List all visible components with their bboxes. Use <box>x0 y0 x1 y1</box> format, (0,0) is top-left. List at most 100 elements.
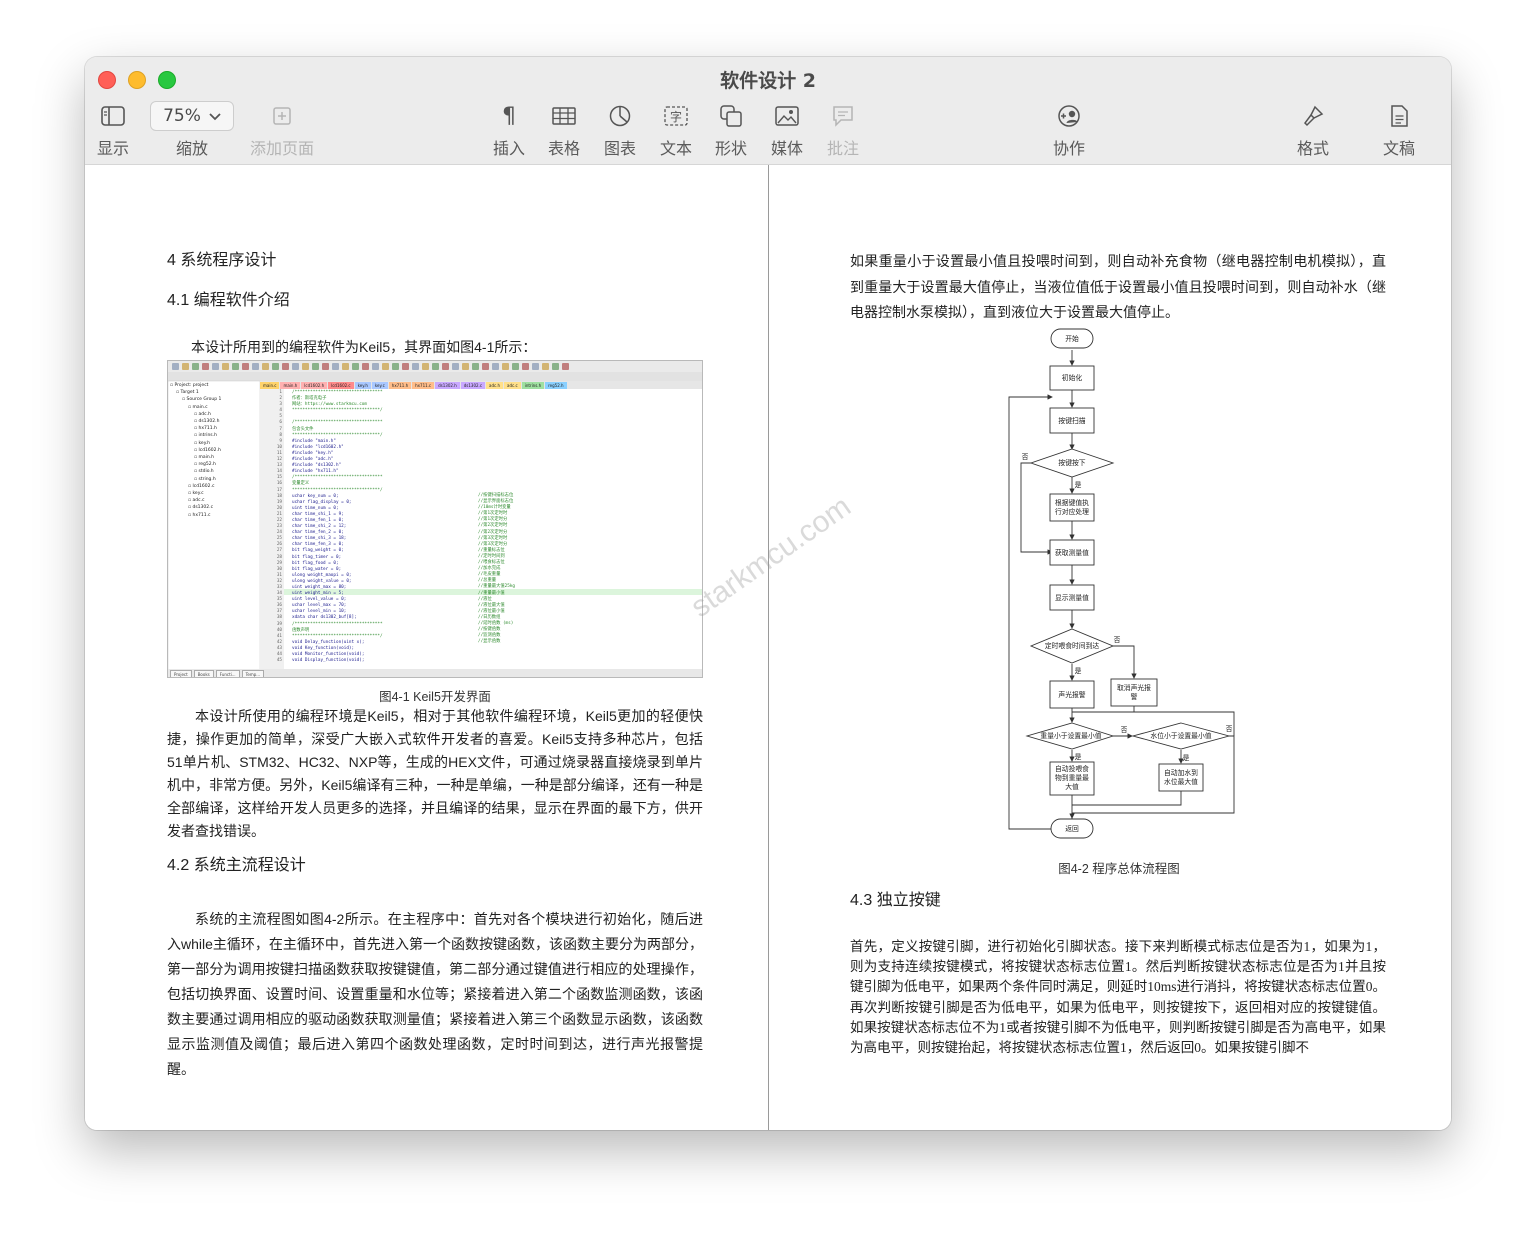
keil-description-paragraph: 本设计所使用的编程环境是Keil5，相对于其他软件编程环境，Keil5更加的轻便… <box>167 708 703 839</box>
flow-weight-label: 重量小于设置最小值 <box>1040 731 1101 740</box>
flow-return-label: 返回 <box>1065 825 1079 833</box>
insert-button[interactable]: ¶ 插入 <box>493 101 525 159</box>
keil-bottom-tabs: Project Books Functi... Temp... <box>170 670 265 677</box>
keil-toolbar <box>172 363 569 371</box>
keil-file-tabs: main.c main.h lcd1602.h lcd1602.c key.h key.c… <box>260 382 702 389</box>
keil-toolbar-icon <box>212 363 219 370</box>
shape-icon <box>716 101 746 131</box>
keil-tree-item: ▫ string.h <box>194 476 216 482</box>
shape-button[interactable]: 形状 <box>715 101 747 159</box>
keil-toolbar-icon <box>182 363 189 370</box>
keil-toolbar-icon <box>412 363 419 370</box>
keil-toolbar-icon <box>512 363 519 370</box>
keil-file-tab: lcd1602.c <box>328 382 354 389</box>
keil-bottom-tab: Books <box>193 670 214 677</box>
keil-tree-item: ▫ stdio.h <box>194 469 214 475</box>
add-page-icon <box>267 101 297 131</box>
zoom-control[interactable]: 75% 缩放 <box>150 101 234 159</box>
keil-line-number: 45 <box>276 658 282 664</box>
document-button[interactable]: 文稿 <box>1383 101 1415 159</box>
left-page[interactable]: 4 系统程序设计 4.1 编程软件介绍 本设计所用到的编程软件为Keil5，其界… <box>85 165 768 1130</box>
media-button[interactable]: 媒体 <box>771 101 803 159</box>
flow-key-process-label-2: 行对应处理 <box>1055 507 1089 516</box>
text-box-icon: 字 <box>661 101 691 131</box>
keil-file-tab: hx711.c <box>412 382 435 389</box>
flow-key-process-label-1: 根据键值执 <box>1055 498 1089 507</box>
flow-water-label-1: 自动加水到 <box>1164 768 1198 777</box>
keil-file-tab: key.c <box>371 382 388 389</box>
comment-button[interactable]: 批注 <box>827 101 859 159</box>
flow-feed-label-2: 物到重量最 <box>1055 773 1089 782</box>
keil-toolbar-icon <box>452 363 459 370</box>
keil-bottom-tab: Temp... <box>241 670 265 677</box>
keil-toolbar-icon <box>362 363 369 370</box>
flow-no-label: 否 <box>1022 453 1029 461</box>
keil-toolbar-icon <box>522 363 529 370</box>
figure-4-1-caption: 图4-1 Keil5开发界面 <box>379 690 491 704</box>
pilcrow-icon: ¶ <box>502 103 516 129</box>
keil-toolbar-icon <box>282 363 289 370</box>
flow-yes-label: 是 <box>1075 753 1082 761</box>
collaborate-button[interactable]: 协作 <box>1053 101 1085 159</box>
keil-toolbar-icon <box>472 363 479 370</box>
chart-button[interactable]: 图表 <box>604 101 636 159</box>
zoom-value: 75% <box>163 106 201 126</box>
keil-code-editor: /********************************** 作者：斯塔… <box>292 390 482 664</box>
keil-tree-item: ▫ hx711.h <box>194 426 217 432</box>
keil-file-tab: adc.c <box>504 382 521 389</box>
flow-key-scan-label: 按键扫描 <box>1058 416 1085 425</box>
keil-tree-item: ▫ key.h <box>194 440 210 446</box>
keil-toolbar-icon <box>442 363 449 370</box>
keil-toolbar-icon <box>542 363 549 370</box>
flow-cancel-alarm-label-2: 警 <box>1131 692 1138 701</box>
text-button[interactable]: 字 文本 <box>660 101 692 159</box>
flow-water-label: 水位小于设置最小值 <box>1150 731 1211 740</box>
table-button[interactable]: 表格 <box>548 101 580 159</box>
keil-toolbar-icon <box>372 363 379 370</box>
keil-toolbar-icon <box>202 363 209 370</box>
title-bar: 软件设计 2 显示 75% 缩放 添加页面 ¶ 插入 表格 图表 字 文本 形状… <box>85 57 1451 165</box>
heading-4: 4 系统程序设计 <box>167 252 277 269</box>
independent-key-paragraph: 首先，定义按键引脚，进行初始化引脚状态。接下来判断模式标志位是否为1，如果为1，… <box>850 939 1386 1056</box>
heading-4-1: 4.1 编程软件介绍 <box>167 292 290 309</box>
format-button[interactable]: 格式 <box>1297 101 1329 159</box>
keil-file-tab: intrins.h <box>521 382 545 389</box>
keil-toolbar-icon <box>302 363 309 370</box>
keil-toolbar-icon <box>382 363 389 370</box>
zoom-dropdown[interactable]: 75% <box>150 101 234 131</box>
comment-icon <box>828 101 858 131</box>
refill-logic-paragraph: 如果重量小于设置最小值且投喂时间到，则自动补充食物（继电器控制电机模拟），直到重… <box>850 253 1386 320</box>
chevron-down-icon <box>209 106 221 126</box>
paintbrush-icon <box>1298 101 1328 131</box>
heading-4-3: 4.3 独立按键 <box>850 892 941 909</box>
keil-tree-item: ▫ hx711.c <box>188 512 211 518</box>
display-button[interactable]: 显示 <box>97 101 129 159</box>
pie-chart-icon <box>605 101 635 131</box>
main-flow-paragraph: 系统的主流程图如图4-2所示。在主程序中：首先对各个模块进行初始化，随后进入wh… <box>167 911 703 1077</box>
keil-file-tab: adc.h <box>486 382 504 389</box>
keil-tree-item: ▫ intrins.h <box>194 433 217 439</box>
flow-yes-label: 是 <box>1075 481 1082 489</box>
keil-file-tab: key.h <box>354 382 371 389</box>
keil-tree-item: ▫ lcd1602.c <box>188 483 215 489</box>
keil-tree-item: ▫ Source Group 1 <box>182 397 222 403</box>
keil-file-tab: reg52.h <box>545 382 567 389</box>
keil-project-tree: ▫ Project: project ▫ Target 1 ▫ Source Gro… <box>170 382 260 519</box>
program-flowchart: 开始 初始化 按键扫描 按键按下 根据键值执 行对应处理 获取测量值 显示测量值… <box>1008 328 1235 839</box>
keil-toolbar-icon <box>262 363 269 370</box>
document-title: 软件设计 2 <box>720 70 816 92</box>
keil-tree-item: ▫ key.c <box>188 491 204 497</box>
keil-tree-item: ▫ lcd1602.h <box>194 447 221 453</box>
keil-bottom-tab: Functi... <box>215 670 240 677</box>
add-page-button[interactable]: 添加页面 <box>250 101 314 159</box>
keil-toolbar-icon <box>392 363 399 370</box>
svg-text:字: 字 <box>670 109 682 124</box>
flow-show-value-label: 显示测量值 <box>1055 593 1089 602</box>
keil-bottom-tab: Project <box>170 670 192 677</box>
flow-cancel-alarm-label-1: 取消声光报 <box>1117 683 1151 692</box>
flow-no-label: 否 <box>1226 725 1233 733</box>
keil-file-tab: hx711.h <box>388 382 412 389</box>
keil-toolbar-icon <box>432 363 439 370</box>
keil-toolbar-icon <box>402 363 409 370</box>
keil-file-tab: ds1302.c <box>460 382 486 389</box>
